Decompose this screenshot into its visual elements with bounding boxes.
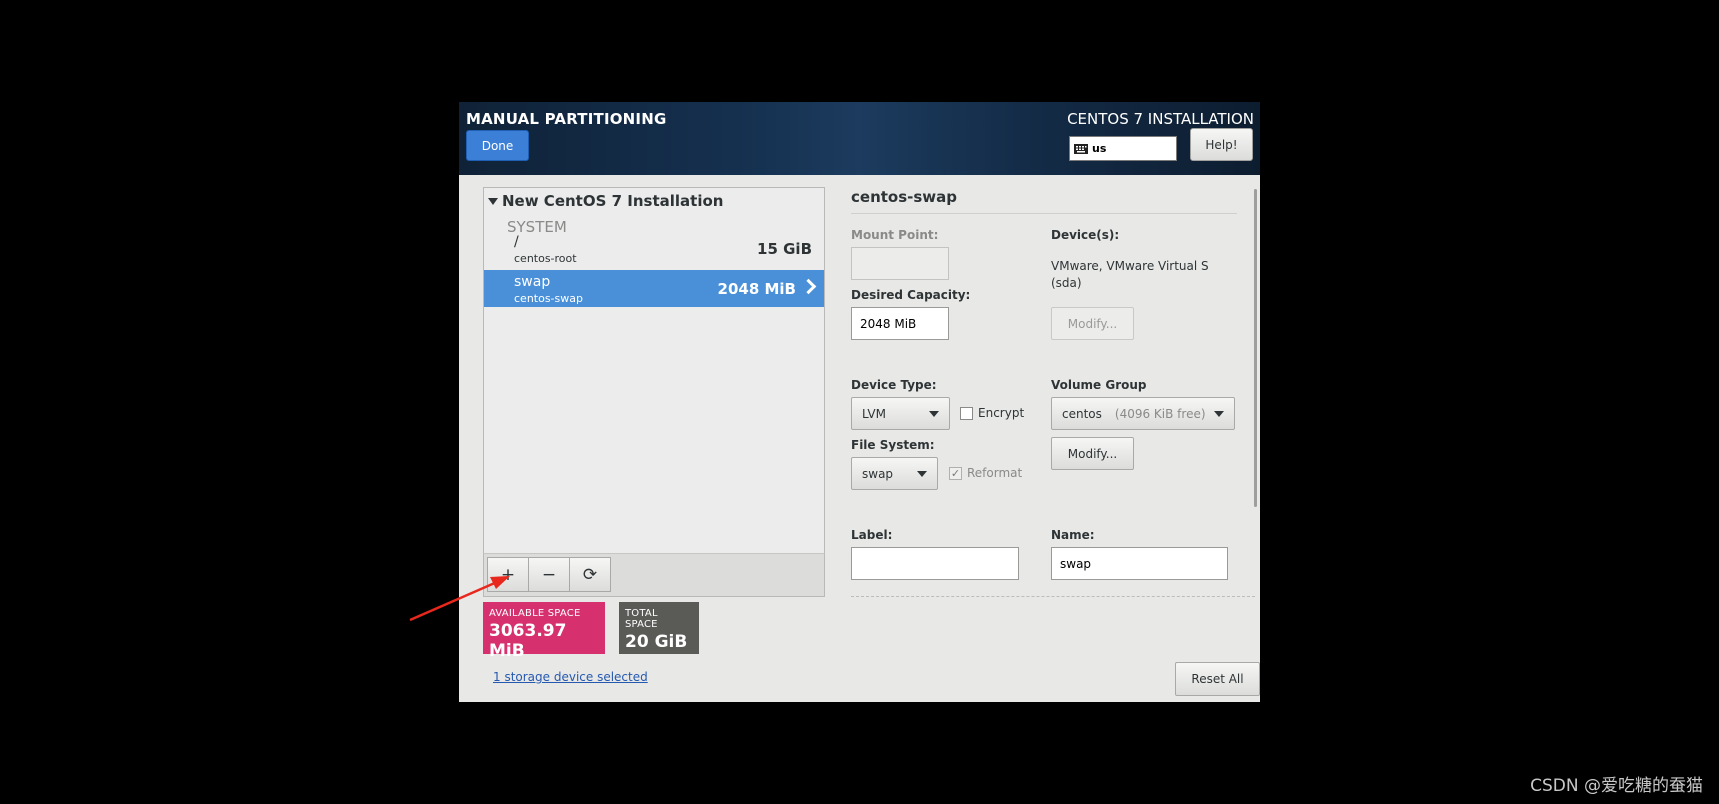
watermark: CSDN @爱吃糖的蚕猫 [1530,776,1703,796]
annotation-arrow-icon [409,576,510,622]
